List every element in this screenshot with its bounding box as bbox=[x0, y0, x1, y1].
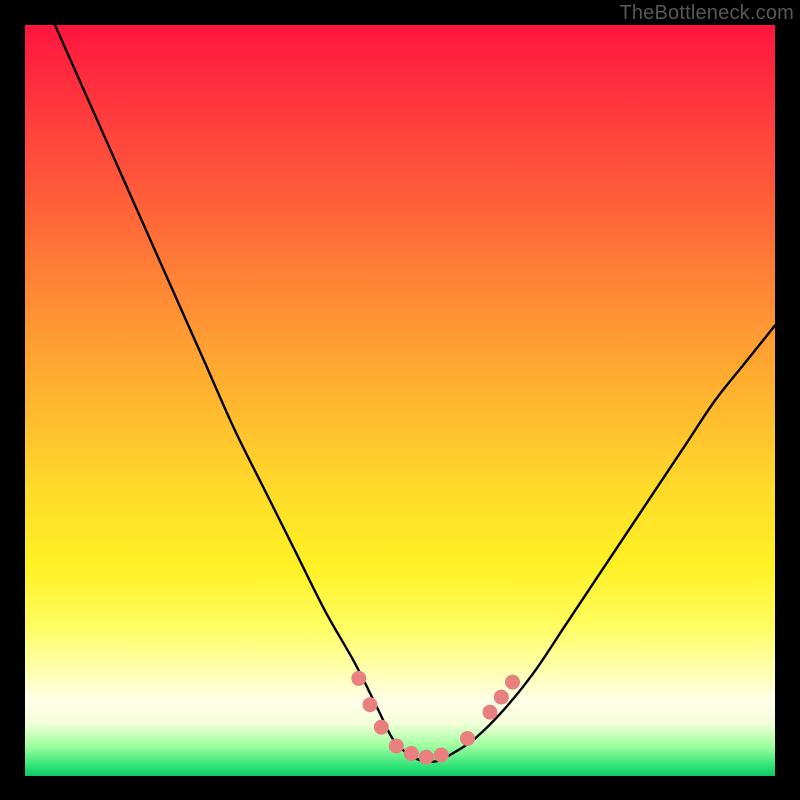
curve-marker bbox=[419, 750, 434, 765]
curve-markers bbox=[351, 671, 520, 765]
curve-marker bbox=[404, 746, 419, 761]
bottleneck-curve bbox=[25, 25, 775, 776]
curve-marker bbox=[494, 690, 509, 705]
curve-marker bbox=[483, 705, 498, 720]
curve-marker bbox=[351, 671, 366, 686]
attribution-watermark: TheBottleneck.com bbox=[619, 2, 794, 25]
curve-marker bbox=[505, 675, 520, 690]
chart-frame: TheBottleneck.com bbox=[0, 0, 800, 800]
curve-marker bbox=[374, 720, 389, 735]
plot-area bbox=[25, 25, 775, 776]
curve-marker bbox=[389, 739, 404, 754]
curve-marker bbox=[434, 748, 449, 763]
curve-path bbox=[55, 25, 775, 762]
curve-marker bbox=[460, 731, 475, 746]
curve-marker bbox=[363, 697, 378, 712]
